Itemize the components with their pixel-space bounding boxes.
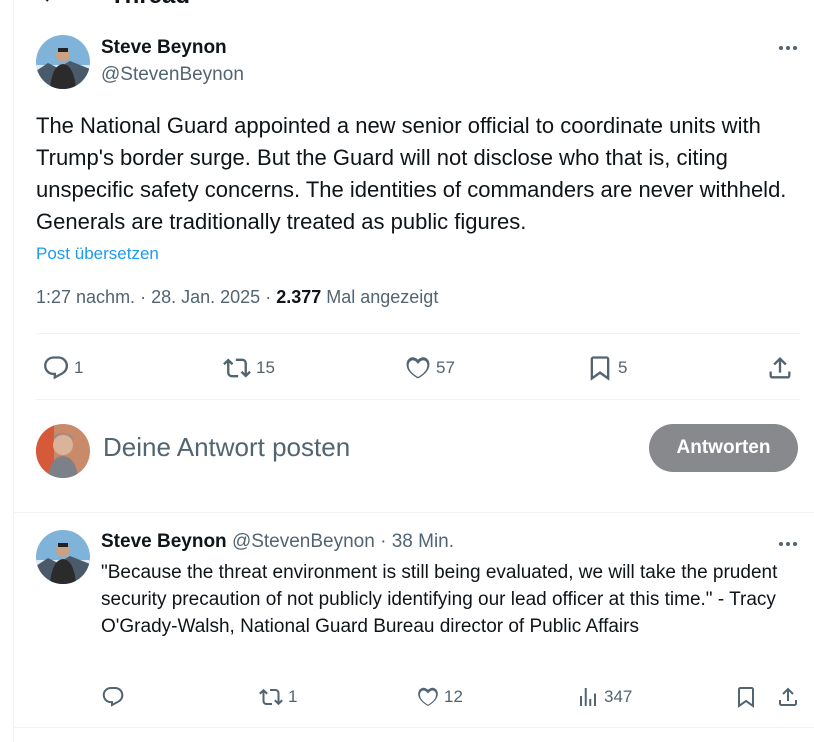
reply-author-handle[interactable]: @StevenBeynon — [232, 531, 375, 552]
post-author-handle[interactable]: @StevenBeynon — [101, 64, 244, 86]
share-icon — [769, 357, 791, 379]
reply-submit-button[interactable]: Antworten — [649, 424, 798, 472]
post-time[interactable]: 1:27 nachm. — [36, 287, 135, 307]
avatar[interactable] — [36, 530, 90, 584]
translate-link[interactable]: Post übersetzen — [36, 244, 159, 264]
divider — [36, 399, 800, 400]
views-icon — [580, 688, 596, 706]
like-count: 57 — [436, 358, 455, 377]
reply-input[interactable]: Deine Antwort posten — [103, 432, 350, 463]
meta-separator: · — [380, 531, 387, 552]
divider — [13, 727, 814, 728]
bookmark-button[interactable] — [734, 685, 758, 709]
avatar[interactable] — [36, 35, 90, 89]
repost-count: 1 — [288, 687, 298, 706]
share-icon — [779, 687, 797, 706]
reply-header: Steve Beynon @StevenBeynon · 38 Min. — [101, 531, 454, 553]
post-meta: 1:27 nachm. · 28. Jan. 2025 · 2.377 Mal … — [36, 287, 438, 308]
reply-button[interactable] — [101, 685, 129, 709]
reply-count: 1 — [74, 358, 84, 377]
back-arrow-icon[interactable] — [36, 0, 60, 6]
bookmark-icon — [738, 687, 754, 708]
bookmark-button[interactable]: 5 — [586, 354, 627, 382]
reply-icon — [44, 356, 69, 380]
share-button[interactable] — [776, 685, 800, 709]
thread-header: Thread — [0, 0, 814, 10]
bookmark-count: 5 — [618, 358, 628, 377]
like-icon — [418, 687, 438, 706]
like-button[interactable]: 57 — [404, 354, 455, 382]
post-date[interactable]: 28. Jan. 2025 — [151, 287, 260, 307]
reply-text: "Because the threat environment is still… — [101, 562, 778, 637]
repost-count: 15 — [256, 358, 275, 377]
repost-icon — [223, 358, 251, 378]
reply-button[interactable]: 1 — [42, 354, 83, 382]
views-label: Mal angezeigt — [326, 287, 439, 307]
more-icon[interactable] — [776, 532, 800, 556]
post-author-name[interactable]: Steve Beynon — [101, 37, 227, 59]
like-button[interactable]: 12 — [416, 685, 463, 709]
share-button[interactable] — [766, 354, 794, 382]
left-border — [13, 0, 14, 742]
more-icon[interactable] — [776, 36, 800, 60]
views-button[interactable]: 347 — [576, 685, 632, 709]
page-title: Thread — [110, 0, 190, 10]
reply-age[interactable]: 38 Min. — [392, 531, 454, 552]
divider — [13, 512, 814, 513]
avatar[interactable] — [36, 424, 90, 478]
meta-separator: · — [140, 287, 152, 307]
reply-author-name[interactable]: Steve Beynon — [101, 531, 227, 552]
repost-button[interactable]: 15 — [222, 354, 275, 382]
reply-icon — [102, 687, 124, 707]
like-count: 12 — [444, 687, 463, 706]
views-count: 347 — [604, 687, 633, 706]
meta-separator: · — [265, 287, 277, 307]
divider — [36, 333, 800, 334]
bookmark-icon — [590, 356, 610, 381]
like-icon — [406, 357, 430, 379]
views-count: 2.377 — [276, 287, 322, 307]
repost-icon — [259, 688, 283, 706]
repost-button[interactable]: 1 — [258, 685, 297, 709]
post-text: The National Guard appointed a new senio… — [36, 113, 787, 234]
